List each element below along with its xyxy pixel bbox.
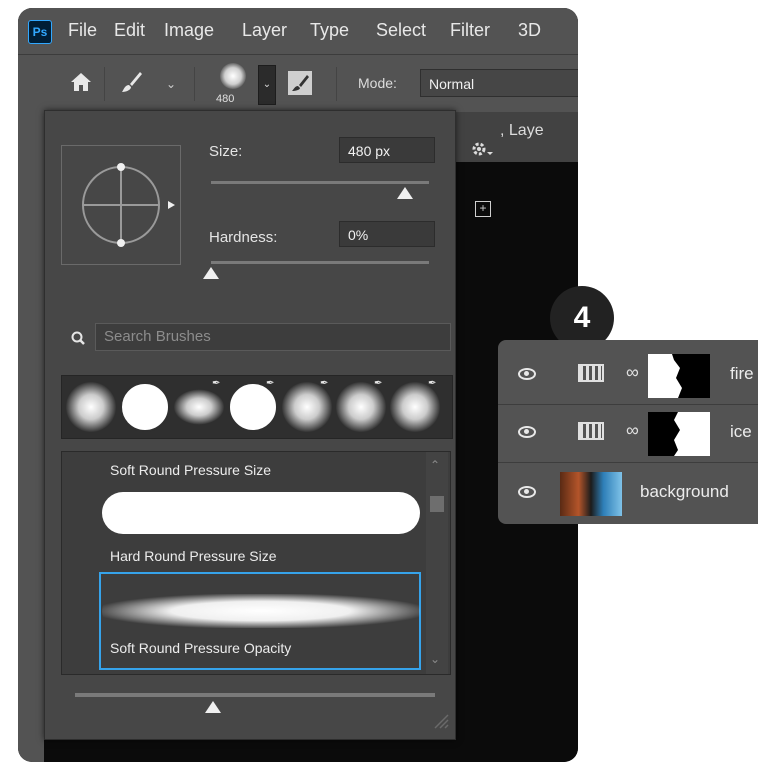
eye-icon[interactable] (518, 426, 536, 438)
pressure-pen-icon: ✒ (428, 378, 437, 389)
brush-tool-icon[interactable] (118, 69, 144, 95)
scrollbar-handle[interactable] (430, 496, 444, 512)
brush-picker-dropdown[interactable]: ⌄ (258, 65, 276, 105)
home-icon[interactable] (68, 69, 94, 95)
size-input[interactable]: 480 px (339, 137, 435, 163)
mode-label: Mode: (358, 75, 397, 91)
separator (336, 67, 337, 101)
chevron-down-icon[interactable]: ⌄ (166, 77, 176, 91)
brush-preview-icon[interactable] (220, 63, 246, 89)
preset-soft-round-flow[interactable] (390, 382, 440, 432)
menu-3d[interactable]: 3D (518, 20, 541, 41)
options-bar: ⌄ 480 ⌄ Mode: Normal (18, 54, 578, 113)
menu-type[interactable]: Type (310, 20, 349, 41)
brush-item-label[interactable]: Hard Round Pressure Size (110, 548, 277, 564)
hardness-slider-track[interactable] (211, 261, 429, 264)
eye-icon[interactable] (518, 486, 536, 498)
menu-layer[interactable]: Layer (242, 20, 287, 41)
layer-name[interactable]: ice (730, 422, 752, 442)
brush-size-readout: 480 (216, 93, 235, 105)
hardness-label: Hardness: (209, 229, 278, 246)
pressure-pen-icon: ✒ (212, 378, 221, 389)
brush-preset-picker: Size: 480 px Hardness: 0% + Search Brush… (44, 110, 493, 740)
pressure-pen-icon: ✒ (374, 378, 383, 389)
brush-item-label[interactable]: Soft Round Pressure Size (110, 462, 271, 478)
menu-select[interactable]: Select (376, 20, 426, 41)
photoshop-logo: Ps (28, 20, 52, 44)
menu-filter[interactable]: Filter (450, 20, 490, 41)
preset-hard-round[interactable] (120, 382, 170, 432)
menu-bar: Ps File Edit Image Layer Type Select Fil… (18, 8, 578, 54)
preset-hard-round-pressure[interactable] (228, 382, 278, 432)
menu-edit[interactable]: Edit (114, 20, 145, 41)
brush-settings-toggle-icon[interactable] (288, 71, 312, 95)
size-label: Size: (209, 143, 243, 160)
mode-select[interactable]: Normal (420, 69, 578, 97)
layer-mask-thumbnail[interactable] (648, 412, 710, 456)
brush-list: Soft Round Pressure Size Hard Round Pres… (61, 451, 451, 675)
preset-soft-round-size[interactable] (282, 382, 332, 432)
menu-image[interactable]: Image (164, 20, 214, 41)
hardness-input[interactable]: 0% (339, 221, 435, 247)
layer-row-fire[interactable]: ∞ fire (498, 346, 758, 405)
menu-file[interactable]: File (68, 20, 97, 41)
size-slider-track[interactable] (211, 181, 429, 184)
layer-name[interactable]: background (640, 482, 729, 502)
search-icon (71, 331, 85, 345)
preset-soft-round-pressure[interactable] (174, 389, 224, 425)
angle-crosshair-icon (82, 163, 175, 247)
layer-name[interactable]: fire (730, 364, 754, 384)
document-tab-title[interactable]: , Laye (500, 122, 544, 140)
scroll-down-icon[interactable]: ⌄ (430, 652, 440, 666)
list-scrollbar[interactable] (426, 452, 448, 674)
layer-mask-thumbnail[interactable] (648, 354, 710, 398)
recent-brush-presets: ✒ ✒ ✒ ✒ ✒ (61, 375, 453, 439)
layer-row-ice[interactable]: ∞ ice (498, 404, 758, 463)
resize-grip-icon[interactable] (431, 711, 449, 729)
layer-row-background[interactable]: background (498, 464, 758, 522)
hard-round-stroke-preview[interactable] (102, 492, 420, 534)
scroll-up-icon[interactable]: ⌃ (430, 458, 440, 472)
preview-size-slider-track[interactable] (75, 693, 435, 697)
preset-soft-round[interactable] (66, 382, 116, 432)
soft-round-stroke-preview[interactable] (102, 594, 420, 628)
tools-panel (18, 112, 44, 762)
new-preset-icon[interactable]: + (475, 201, 491, 217)
preset-soft-round-opacity[interactable] (336, 382, 386, 432)
layers-panel: ∞ fire ∞ ice background (498, 340, 758, 524)
levels-adjustment-icon (578, 364, 604, 382)
eye-icon[interactable] (518, 368, 536, 380)
levels-adjustment-icon (578, 422, 604, 440)
link-icon[interactable]: ∞ (626, 362, 639, 383)
preview-size-slider-thumb[interactable] (205, 701, 221, 713)
size-slider-thumb[interactable] (397, 187, 413, 199)
hardness-slider-thumb[interactable] (203, 267, 219, 279)
brush-item-label[interactable]: Soft Round Pressure Opacity (110, 640, 291, 656)
link-icon[interactable]: ∞ (626, 420, 639, 441)
pressure-pen-icon: ✒ (266, 378, 275, 389)
gear-icon[interactable] (471, 141, 495, 159)
brush-angle-roundness-widget[interactable] (61, 145, 181, 265)
separator (104, 67, 105, 101)
separator (194, 67, 195, 101)
layer-thumbnail[interactable] (560, 472, 622, 516)
pressure-pen-icon: ✒ (320, 378, 329, 389)
search-brushes-input[interactable]: Search Brushes (95, 323, 451, 351)
